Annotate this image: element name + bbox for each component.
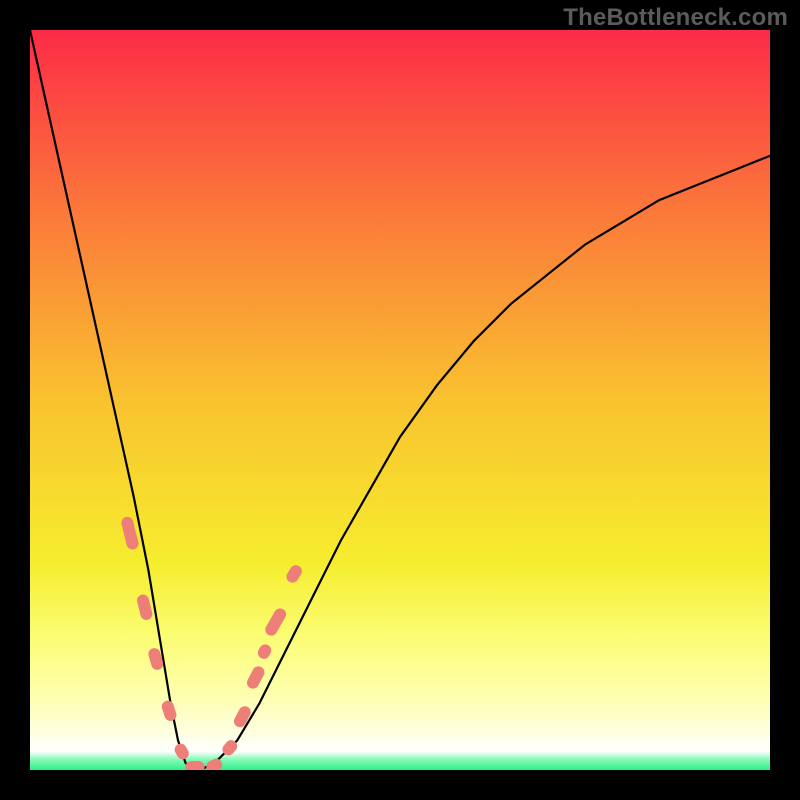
data-marker — [185, 761, 204, 770]
plot-svg — [30, 30, 770, 770]
plot-area — [30, 30, 770, 770]
watermark-text: TheBottleneck.com — [563, 4, 788, 32]
gradient-background — [30, 30, 770, 770]
chart-stage: TheBottleneck.com — [0, 0, 800, 800]
